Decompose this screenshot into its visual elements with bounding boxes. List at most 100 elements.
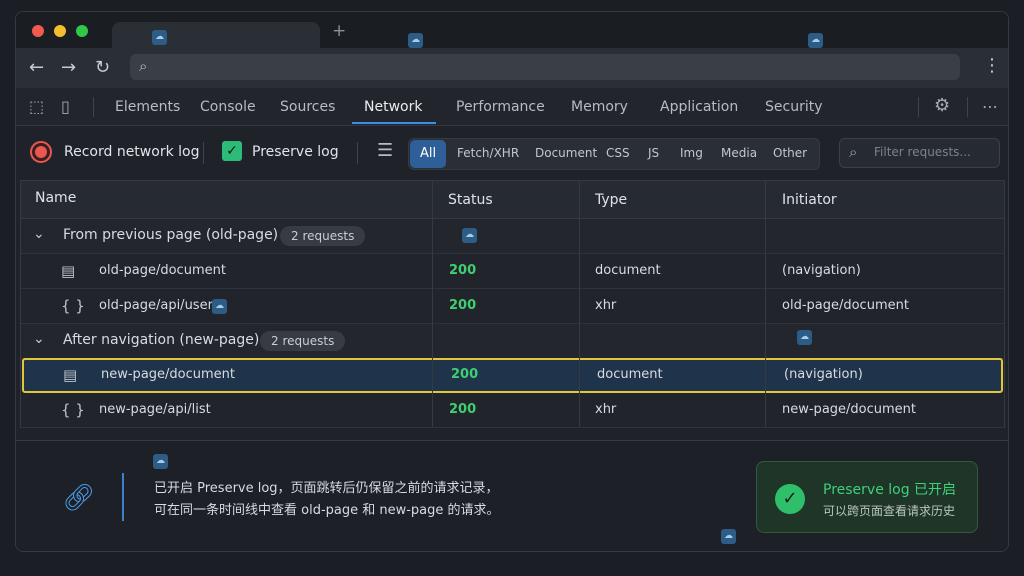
- settings-gear-icon[interactable]: ⚙: [934, 95, 950, 116]
- request-name: new-page/document: [101, 367, 235, 382]
- watermark-icon: ☁: [462, 228, 477, 243]
- favicon-icon: ☁: [152, 30, 167, 45]
- forward-icon[interactable]: →: [61, 57, 76, 78]
- preserve-log-checkbox[interactable]: ✓: [222, 141, 242, 161]
- watermark-icon: ☁: [153, 454, 168, 469]
- network-toolbar: Record network log ✓ Preserve log ☰ All …: [16, 126, 1008, 180]
- minimize-window-button[interactable]: [54, 25, 66, 37]
- status-code: 200: [449, 402, 477, 417]
- info-panel: ☁ 🔗︎ 已开启 Preserve log，页面跳转后仍保留之前的请求记录， 可…: [16, 440, 1008, 551]
- column-header-name[interactable]: Name: [21, 181, 432, 219]
- record-button[interactable]: [30, 141, 52, 163]
- request-initiator: new-page/document: [782, 402, 916, 417]
- maximize-window-button[interactable]: [76, 25, 88, 37]
- group-row-new-page[interactable]: ⌄ After navigation (new-page) 2 requests…: [21, 324, 1004, 359]
- column-divider[interactable]: [579, 181, 580, 427]
- filter-requests-input[interactable]: [874, 145, 994, 159]
- column-divider[interactable]: [765, 181, 766, 427]
- request-type: document: [597, 367, 663, 382]
- request-type: document: [595, 263, 661, 278]
- divider: [93, 97, 94, 117]
- braces-icon: { }: [61, 401, 85, 419]
- chip-css[interactable]: CSS: [606, 146, 630, 160]
- new-tab-button[interactable]: +: [332, 21, 346, 41]
- chip-media[interactable]: Media: [721, 146, 757, 160]
- request-name: new-page/api/list: [99, 402, 211, 417]
- watermark-icon: ☁: [721, 529, 736, 544]
- chip-fetch-xhr[interactable]: Fetch/XHR: [457, 146, 519, 160]
- inspect-element-icon[interactable]: ⬚: [29, 97, 44, 116]
- group-row-old-page[interactable]: ⌄ From previous page (old-page) 2 reques…: [21, 219, 1004, 254]
- toast-title: Preserve log 已开启: [823, 482, 957, 498]
- reload-icon[interactable]: ↻: [95, 57, 110, 78]
- tab-console[interactable]: Console: [200, 99, 256, 115]
- watermark-icon: ☁: [808, 33, 823, 48]
- braces-icon: { }: [61, 297, 85, 315]
- status-code: 200: [449, 298, 477, 313]
- chevron-down-icon[interactable]: ⌄: [33, 226, 45, 242]
- chip-js[interactable]: JS: [648, 146, 659, 160]
- watermark-icon: ☁: [797, 330, 812, 345]
- column-header-type[interactable]: Type: [579, 181, 765, 219]
- filter-icon[interactable]: ☰: [377, 140, 393, 161]
- filter-search-box[interactable]: ⌕: [839, 138, 1000, 168]
- group-label: From previous page (old-page): [63, 227, 279, 243]
- table-row[interactable]: { } new-page/api/list 200 xhr new-page/d…: [21, 393, 1004, 428]
- chip-img[interactable]: Img: [680, 146, 703, 160]
- tab-security[interactable]: Security: [765, 99, 823, 115]
- preserve-log-label: Preserve log: [252, 144, 339, 160]
- link-icon: 🔗︎: [62, 483, 96, 513]
- browser-menu-icon[interactable]: ⋮: [983, 55, 1001, 76]
- request-type: xhr: [595, 402, 617, 417]
- more-options-icon[interactable]: ⋯: [982, 97, 998, 116]
- request-initiator: old-page/document: [782, 298, 909, 313]
- request-type: xhr: [595, 298, 617, 313]
- status-code: 200: [451, 367, 479, 382]
- url-field[interactable]: ⌕: [130, 54, 960, 80]
- divider: [203, 142, 204, 164]
- request-count-badge: 2 requests: [280, 226, 366, 246]
- table-row[interactable]: ▤ old-page/document 200 document (naviga…: [21, 254, 1004, 289]
- group-label: After navigation (new-page): [63, 332, 260, 348]
- tab-memory[interactable]: Memory: [571, 99, 628, 115]
- chip-all[interactable]: All: [410, 140, 446, 168]
- table-row[interactable]: { } old-page/api/user ☁ 200 xhr old-page…: [21, 289, 1004, 324]
- table-row-selected[interactable]: ▤ new-page/document 200 document (naviga…: [22, 358, 1003, 393]
- browser-window: ☁ + ☁ ☁ ← → ↻ ⌕ ⋮ ⬚ ▯ Elements Console S…: [15, 11, 1009, 552]
- requests-table: Name Status Type Initiator ⌄ From previo…: [20, 180, 1005, 428]
- close-window-button[interactable]: [32, 25, 44, 37]
- divider: [918, 97, 919, 117]
- title-bar: ☁ + ☁ ☁: [16, 12, 1008, 50]
- info-text-line-1: 已开启 Preserve log，页面跳转后仍保留之前的请求记录，: [154, 481, 499, 496]
- record-label: Record network log: [64, 144, 200, 160]
- browser-tab[interactable]: ☁: [112, 22, 320, 50]
- info-text-line-2: 可在同一条时间线中查看 old-page 和 new-page 的请求。: [154, 503, 500, 518]
- tab-network[interactable]: Network: [364, 99, 422, 115]
- document-icon: ▤: [63, 366, 78, 384]
- document-icon: ▤: [61, 262, 76, 280]
- search-icon: ⌕: [139, 57, 148, 75]
- tab-sources[interactable]: Sources: [280, 99, 335, 115]
- column-divider[interactable]: [432, 181, 433, 427]
- tab-application[interactable]: Application: [660, 99, 738, 115]
- search-icon: ⌕: [849, 143, 858, 161]
- device-toolbar-icon[interactable]: ▯: [61, 97, 70, 116]
- tab-elements[interactable]: Elements: [115, 99, 180, 115]
- request-initiator: (navigation): [782, 263, 861, 278]
- chip-other[interactable]: Other: [773, 146, 807, 160]
- toast-subtitle: 可以跨页面查看请求历史: [823, 504, 956, 518]
- tab-performance[interactable]: Performance: [456, 99, 545, 115]
- column-header-initiator[interactable]: Initiator: [765, 181, 1004, 219]
- request-count-badge: 2 requests: [260, 331, 346, 351]
- status-code: 200: [449, 263, 477, 278]
- column-header-status[interactable]: Status: [432, 181, 579, 219]
- chip-document[interactable]: Document: [535, 146, 597, 160]
- chevron-down-icon[interactable]: ⌄: [33, 331, 45, 347]
- request-name: old-page/api/user: [99, 298, 213, 313]
- divider: [357, 142, 358, 164]
- request-initiator: (navigation): [784, 367, 863, 382]
- divider: [967, 97, 968, 117]
- active-tab-indicator: [352, 122, 436, 124]
- check-circle-icon: ✓: [775, 484, 805, 514]
- back-icon[interactable]: ←: [29, 57, 44, 78]
